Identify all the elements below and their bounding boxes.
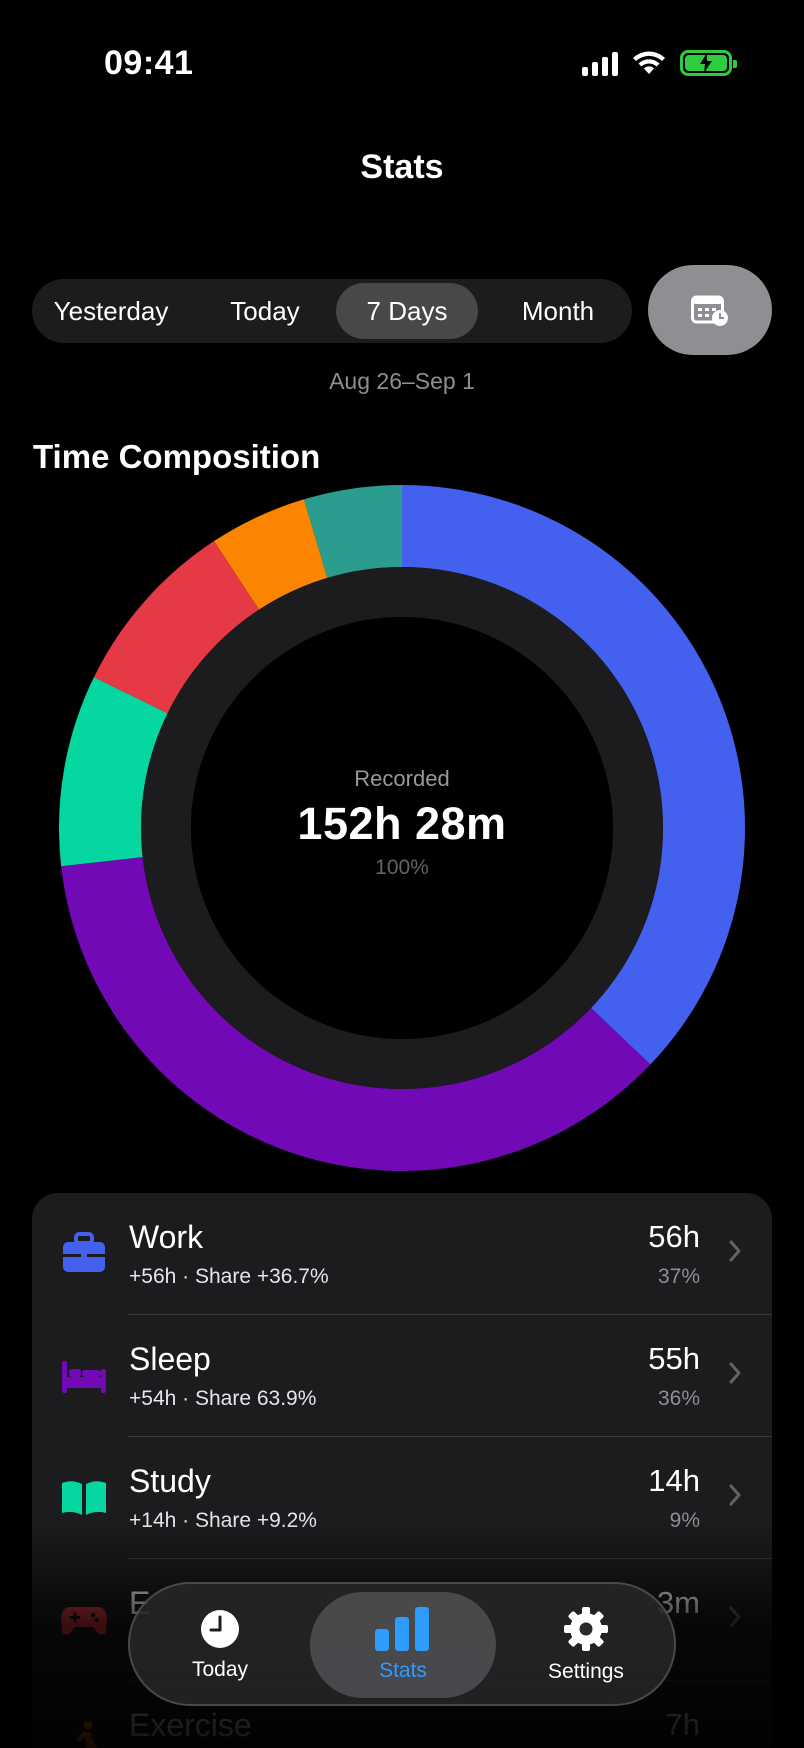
category-percent: 37% xyxy=(657,1265,700,1288)
category-subtitle: +54h · Share 63.9% xyxy=(129,1387,317,1410)
period-segmented-control: Yesterday Today 7 Days Month xyxy=(32,279,632,343)
status-bar: 09:41 xyxy=(0,0,804,120)
cellular-signal-icon xyxy=(582,50,618,76)
status-icons xyxy=(582,50,737,76)
category-name: Sleep xyxy=(129,1341,211,1377)
list-item-work[interactable]: Work +56h · Share +36.7% 56h 37% xyxy=(32,1193,772,1315)
recorded-total: 152h 28m xyxy=(297,798,507,849)
tab-label: Stats xyxy=(379,1659,427,1682)
category-name: Exercise xyxy=(129,1707,252,1743)
tab-settings[interactable]: Settings xyxy=(506,1592,666,1698)
bar-chart-icon xyxy=(375,1607,429,1651)
category-hours: 14h xyxy=(648,1463,700,1498)
category-subtitle: +56h · Share +36.7% xyxy=(129,1265,329,1288)
wifi-icon xyxy=(633,51,665,74)
category-hours: 55h xyxy=(648,1341,700,1376)
list-item-sleep[interactable]: Sleep +54h · Share 63.9% 55h 36% xyxy=(32,1315,772,1437)
segment-today[interactable]: Today xyxy=(204,283,326,339)
category-percent: 9% xyxy=(669,1509,700,1532)
category-percent: 36% xyxy=(657,1387,700,1410)
tab-today[interactable]: Today xyxy=(140,1592,300,1698)
category-name: Work xyxy=(129,1219,204,1255)
calendar-button[interactable] xyxy=(648,265,772,355)
chevron-right-icon xyxy=(729,1606,741,1628)
category-name: Study xyxy=(129,1463,211,1499)
section-title-time-composition: Time Composition xyxy=(33,438,321,475)
chevron-right-icon xyxy=(729,1240,741,1262)
category-subtitle: +14h · Share +9.2% xyxy=(129,1509,317,1532)
status-time: 09:41 xyxy=(104,44,194,82)
page-title: Stats xyxy=(360,148,444,186)
list-item-study[interactable]: Study +14h · Share +9.2% 14h 9% xyxy=(32,1437,772,1559)
donut-center: Recorded 152h 28m 100% xyxy=(59,485,745,1171)
gamepad-icon xyxy=(61,1607,107,1635)
segment-yesterday[interactable]: Yesterday xyxy=(38,283,184,339)
gear-icon xyxy=(564,1607,608,1651)
tab-stats[interactable]: Stats xyxy=(310,1592,496,1698)
category-hours: 56h xyxy=(648,1219,700,1254)
tab-label: Today xyxy=(191,1658,249,1681)
recorded-percent: 100% xyxy=(375,856,429,879)
running-icon xyxy=(76,1720,98,1748)
battery-charging-icon xyxy=(680,50,737,76)
segment-7-days[interactable]: 7 Days xyxy=(336,283,478,339)
tab-label: Settings xyxy=(548,1660,624,1683)
bed-icon xyxy=(62,1361,106,1393)
tab-bar: Today Stats Settings xyxy=(128,1582,676,1706)
briefcase-icon xyxy=(63,1232,105,1272)
chevron-right-icon xyxy=(729,1362,741,1384)
chevron-right-icon xyxy=(729,1484,741,1506)
category-hours: 7h xyxy=(665,1707,700,1742)
segment-month[interactable]: Month xyxy=(494,283,622,339)
recorded-label: Recorded xyxy=(354,766,450,791)
calendar-clock-icon xyxy=(691,295,728,326)
book-icon xyxy=(62,1481,106,1515)
date-range: Aug 26–Sep 1 xyxy=(329,368,475,394)
clock-icon xyxy=(201,1610,239,1648)
